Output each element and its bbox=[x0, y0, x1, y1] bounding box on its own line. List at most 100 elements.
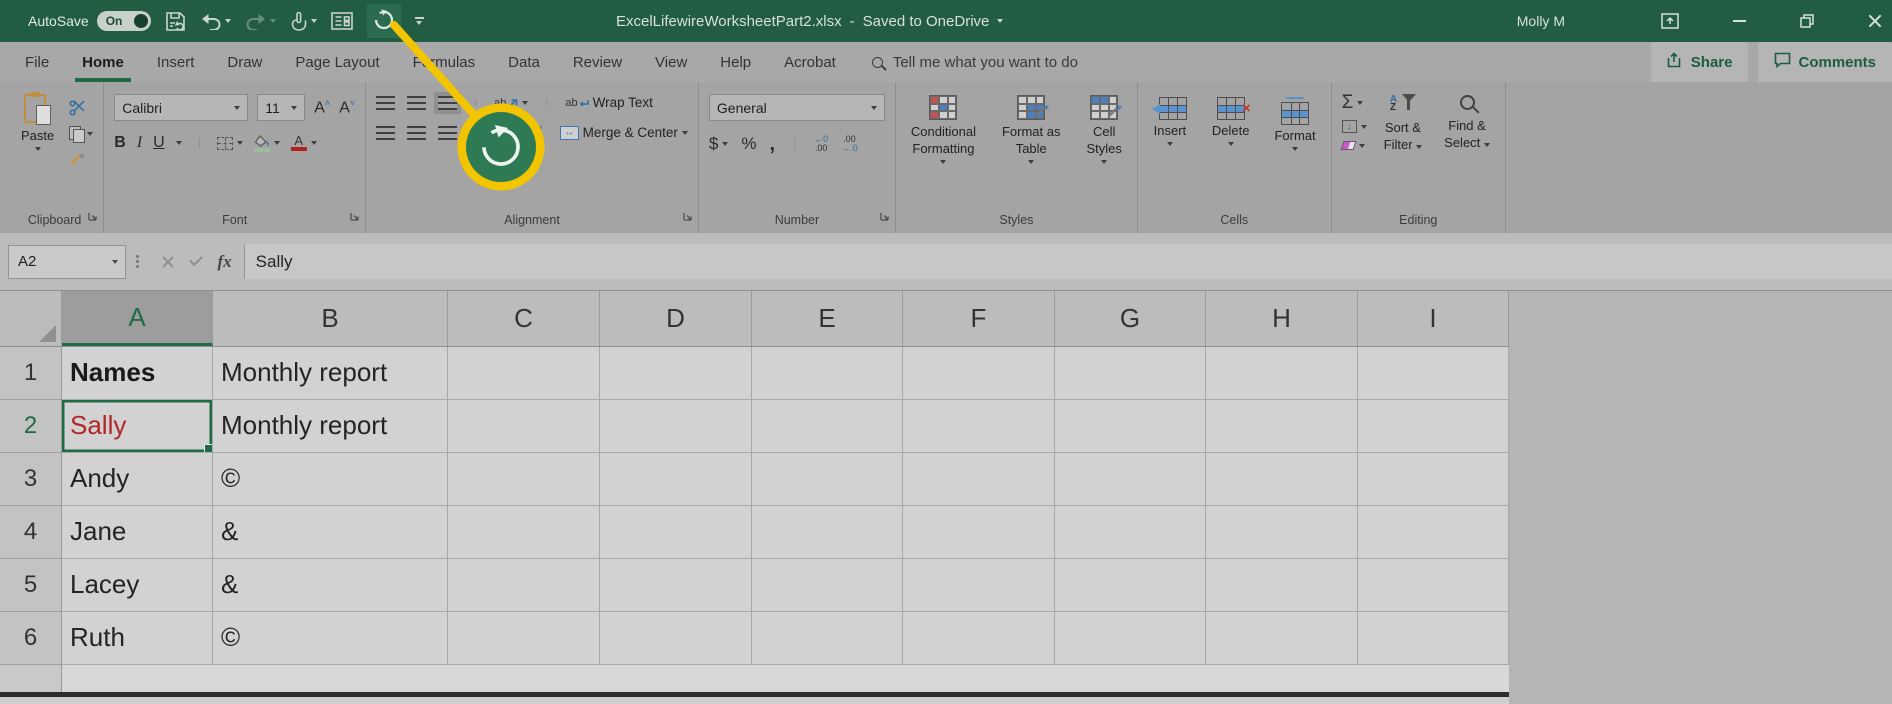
italic-button[interactable]: I bbox=[137, 134, 142, 152]
tab-home[interactable]: Home bbox=[82, 42, 124, 82]
find-select-caret[interactable] bbox=[1484, 143, 1490, 147]
cell-E1[interactable] bbox=[752, 347, 903, 400]
cell-A3[interactable]: Andy bbox=[62, 453, 213, 506]
restore-button[interactable] bbox=[1800, 14, 1814, 28]
cell-A2[interactable]: Sally bbox=[62, 400, 213, 453]
undo-button[interactable] bbox=[200, 13, 231, 30]
cell-H3[interactable] bbox=[1206, 453, 1358, 506]
format-as-table-caret[interactable] bbox=[1028, 160, 1034, 164]
cell-H5[interactable] bbox=[1206, 559, 1358, 612]
cancel-button[interactable] bbox=[161, 255, 174, 268]
tell-me-search[interactable]: Tell me what you want to do bbox=[872, 54, 1078, 71]
font-dialog-launcher[interactable] bbox=[349, 211, 360, 225]
cell-H2[interactable] bbox=[1206, 400, 1358, 453]
number-format-select[interactable]: General bbox=[709, 94, 885, 121]
ribbon-display-options-button[interactable] bbox=[1661, 13, 1679, 29]
cell-H4[interactable] bbox=[1206, 506, 1358, 559]
column-header-E[interactable]: E bbox=[752, 291, 903, 346]
cell-C3[interactable] bbox=[448, 453, 600, 506]
format-painter-button[interactable] bbox=[69, 151, 93, 166]
column-header-G[interactable]: G bbox=[1055, 291, 1206, 346]
undo-dropdown-caret[interactable] bbox=[225, 19, 231, 23]
clear-button[interactable] bbox=[1342, 141, 1367, 150]
touch-mouse-mode-button[interactable] bbox=[290, 11, 317, 32]
row-header-5[interactable]: 5 bbox=[0, 559, 62, 612]
cell-A5[interactable]: Lacey bbox=[62, 559, 213, 612]
align-right-button[interactable] bbox=[438, 126, 457, 140]
cell-F5[interactable] bbox=[903, 559, 1055, 612]
partial-row-7[interactable] bbox=[0, 665, 1509, 704]
save-status[interactable]: Saved to OneDrive bbox=[863, 13, 990, 30]
form-button[interactable] bbox=[331, 12, 353, 30]
minimize-button[interactable] bbox=[1733, 20, 1746, 22]
formula-input[interactable]: Sally bbox=[244, 244, 1892, 279]
cell-I2[interactable] bbox=[1358, 400, 1509, 453]
cell-E4[interactable] bbox=[752, 506, 903, 559]
merge-center-button[interactable]: ↔ Merge & Center bbox=[560, 125, 688, 140]
autosum-button[interactable]: Σ bbox=[1342, 94, 1367, 112]
cell-styles-button[interactable]: CellStyles bbox=[1081, 93, 1126, 166]
cell-E6[interactable] bbox=[752, 612, 903, 665]
copy-button[interactable] bbox=[69, 126, 93, 141]
cut-button[interactable] bbox=[69, 100, 93, 116]
insert-cells-caret[interactable] bbox=[1167, 142, 1173, 146]
save-status-caret[interactable] bbox=[997, 19, 1003, 23]
number-dialog-launcher[interactable] bbox=[879, 211, 890, 225]
redo-dropdown-caret[interactable] bbox=[270, 19, 276, 23]
format-cells-button[interactable]: Format bbox=[1269, 95, 1320, 153]
cell-D3[interactable] bbox=[600, 453, 752, 506]
autosum-caret[interactable] bbox=[1357, 101, 1363, 105]
customize-quick-access-toolbar-button[interactable] bbox=[415, 17, 424, 25]
alignment-dialog-launcher[interactable] bbox=[682, 211, 693, 225]
paste-button[interactable]: Paste bbox=[16, 90, 59, 153]
font-name-select[interactable]: Calibri bbox=[114, 94, 248, 121]
fill-caret[interactable] bbox=[1361, 125, 1367, 129]
borders-caret[interactable] bbox=[237, 141, 243, 145]
font-color-caret[interactable] bbox=[311, 141, 317, 145]
cell-B5[interactable]: & bbox=[213, 559, 448, 612]
tab-acrobat[interactable]: Acrobat bbox=[784, 42, 836, 82]
format-as-table-button[interactable]: Format asTable bbox=[997, 93, 1066, 166]
cell-C5[interactable] bbox=[448, 559, 600, 612]
cell-F3[interactable] bbox=[903, 453, 1055, 506]
tab-view[interactable]: View bbox=[655, 42, 687, 82]
column-header-H[interactable]: H bbox=[1206, 291, 1358, 346]
merge-center-caret[interactable] bbox=[682, 131, 688, 135]
cell-H6[interactable] bbox=[1206, 612, 1358, 665]
clear-caret[interactable] bbox=[1359, 144, 1365, 148]
fill-color-button[interactable] bbox=[254, 135, 280, 152]
cell-C4[interactable] bbox=[448, 506, 600, 559]
cell-F1[interactable] bbox=[903, 347, 1055, 400]
accounting-format-button[interactable]: $ bbox=[709, 134, 728, 154]
delete-cells-caret[interactable] bbox=[1228, 142, 1234, 146]
cell-B2[interactable]: Monthly report bbox=[213, 400, 448, 453]
column-header-B[interactable]: B bbox=[213, 291, 448, 346]
insert-function-button[interactable]: fx bbox=[218, 252, 232, 272]
cell-A1[interactable]: Names bbox=[62, 347, 213, 400]
delete-cells-button[interactable]: × Delete bbox=[1207, 95, 1255, 148]
cell-G4[interactable] bbox=[1055, 506, 1206, 559]
cell-I4[interactable] bbox=[1358, 506, 1509, 559]
column-header-I[interactable]: I bbox=[1358, 291, 1509, 346]
find-select-button[interactable]: Find &Select bbox=[1439, 90, 1495, 153]
cell-F4[interactable] bbox=[903, 506, 1055, 559]
cell-I5[interactable] bbox=[1358, 559, 1509, 612]
share-button[interactable]: Share bbox=[1651, 42, 1749, 82]
cell-D4[interactable] bbox=[600, 506, 752, 559]
column-header-C[interactable]: C bbox=[448, 291, 600, 346]
borders-button[interactable] bbox=[217, 137, 243, 150]
orientation-caret[interactable] bbox=[522, 101, 528, 105]
cell-C1[interactable] bbox=[448, 347, 600, 400]
bottom-align-button[interactable] bbox=[438, 96, 457, 110]
accounting-caret[interactable] bbox=[722, 142, 728, 146]
underline-dropdown-caret[interactable] bbox=[176, 141, 182, 145]
column-header-A[interactable]: A bbox=[62, 291, 213, 346]
sort-filter-caret[interactable] bbox=[1416, 145, 1422, 149]
tab-formulas[interactable]: Formulas bbox=[413, 42, 476, 82]
tab-draw[interactable]: Draw bbox=[227, 42, 262, 82]
cell-I1[interactable] bbox=[1358, 347, 1509, 400]
percent-style-button[interactable]: % bbox=[741, 134, 756, 154]
row-header-2[interactable]: 2 bbox=[0, 400, 62, 453]
cell-A6[interactable]: Ruth bbox=[62, 612, 213, 665]
align-center-button[interactable] bbox=[407, 126, 426, 140]
